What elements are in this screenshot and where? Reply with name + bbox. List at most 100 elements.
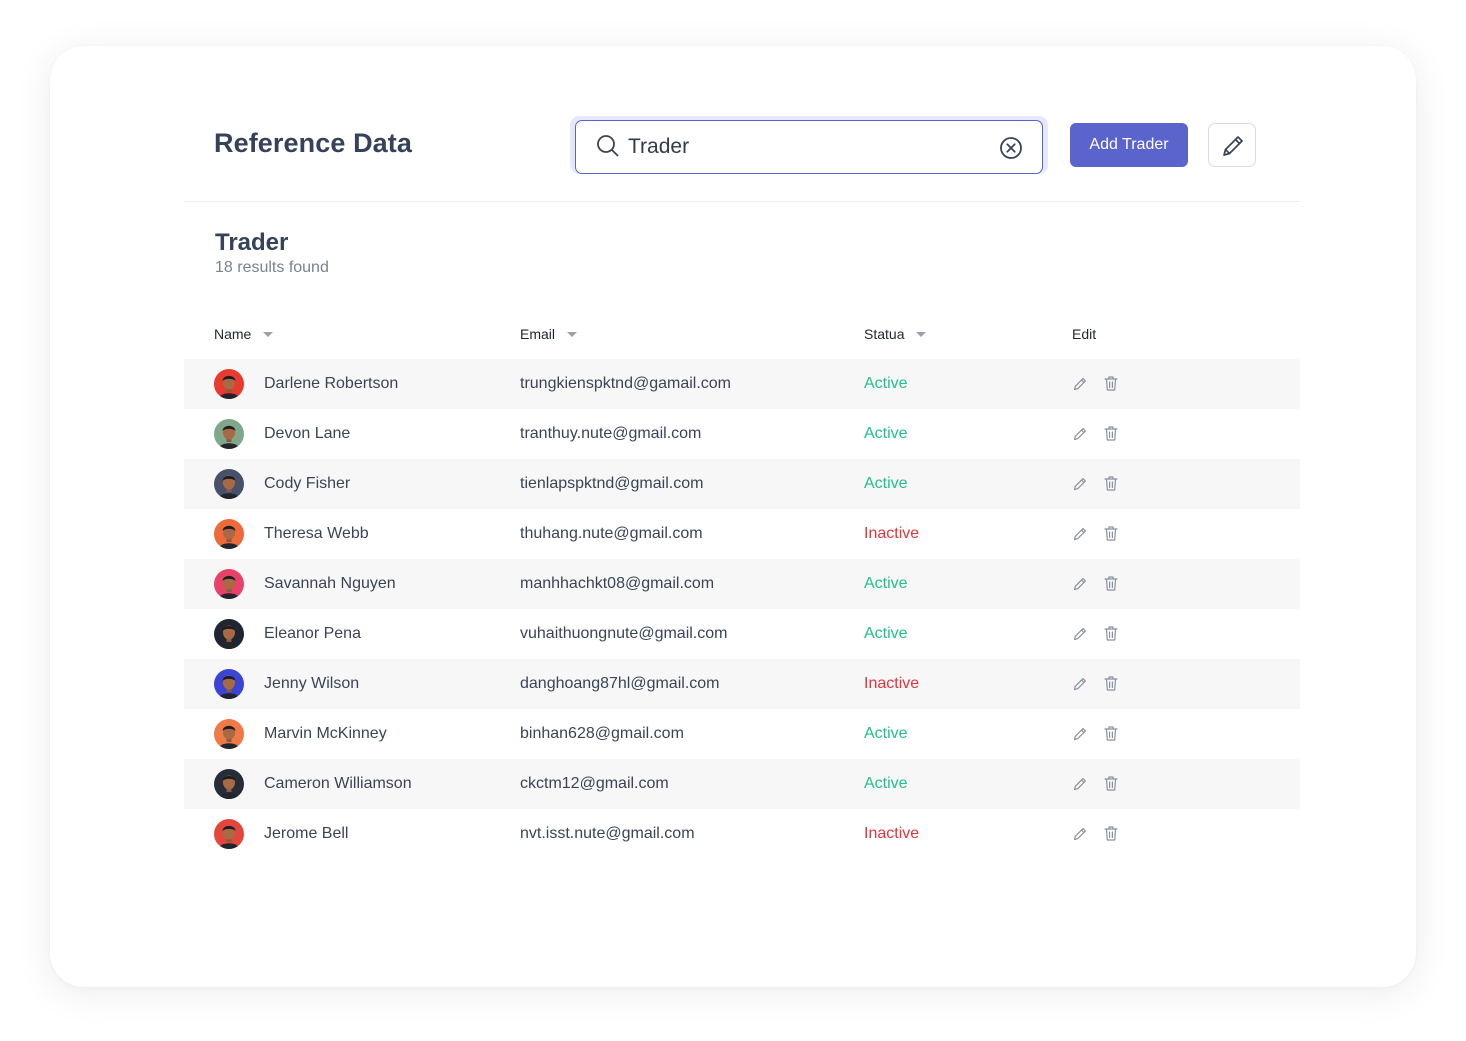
column-header-edit: Edit	[1072, 326, 1096, 342]
table-row[interactable]: Cameron Williamson ckctm12@gmail.com Activ…	[184, 759, 1300, 809]
avatar-illustration	[218, 675, 240, 699]
status-label: Active	[864, 475, 908, 492]
column-header-email[interactable]: Email	[520, 326, 578, 342]
reference-data-card: Reference Data Add Trader Trader 18 resu…	[50, 46, 1416, 987]
trader-name: Cameron Williamson	[264, 775, 412, 792]
column-header-name[interactable]: Name	[214, 326, 274, 342]
avatar-illustration	[218, 825, 240, 849]
avatar	[214, 419, 244, 449]
table-row[interactable]: Theresa Webb thuhang.nute@gmail.com Inacti…	[184, 509, 1300, 559]
sort-caret-down-icon[interactable]	[916, 331, 927, 337]
result-count: 18 results found	[215, 259, 329, 276]
pencil-icon[interactable]	[1072, 826, 1088, 842]
table-row[interactable]: Jerome Bell nvt.isst.nute@gmail.com Inacti…	[184, 809, 1300, 859]
table-row[interactable]: Marvin McKinney binhan628@gmail.com Active	[184, 709, 1300, 759]
table-row[interactable]: Eleanor Pena vuhaithuongnute@gmail.com Act…	[184, 609, 1300, 659]
column-label: Name	[214, 326, 252, 342]
pencil-icon[interactable]	[1072, 726, 1088, 742]
sort-caret-down-icon[interactable]	[567, 331, 578, 337]
search-input[interactable]	[628, 134, 988, 160]
trash-icon[interactable]	[1103, 575, 1119, 592]
status-label: Active	[864, 575, 908, 592]
pencil-icon[interactable]	[1072, 526, 1088, 542]
table-row[interactable]: Darlene Robertson trungkienspktnd@gamail.…	[184, 359, 1300, 409]
avatar	[214, 469, 244, 499]
avatar	[214, 369, 244, 399]
sort-caret-down-icon[interactable]	[263, 331, 274, 337]
trader-email: binhan628@gmail.com	[520, 725, 684, 742]
table-row[interactable]: Cody Fisher tienlapspktnd@gmail.com Active	[184, 459, 1300, 509]
section-title: Trader	[215, 229, 289, 256]
trader-table-body: Darlene Robertson trungkienspktnd@gamail.…	[184, 359, 1300, 859]
avatar	[214, 569, 244, 599]
avatar	[214, 669, 244, 699]
trash-icon[interactable]	[1103, 475, 1119, 492]
add-trader-button[interactable]: Add Trader	[1070, 123, 1188, 167]
trash-icon[interactable]	[1103, 675, 1119, 692]
avatar-illustration	[218, 375, 240, 399]
trader-email: tranthuy.nute@gmail.com	[520, 425, 702, 442]
pencil-icon[interactable]	[1072, 626, 1088, 642]
pencil-icon	[1223, 136, 1243, 156]
avatar	[214, 719, 244, 749]
trader-email: manhhachkt08@gmail.com	[520, 575, 715, 592]
avatar-illustration	[218, 625, 240, 649]
search-box[interactable]	[575, 120, 1043, 174]
avatar-illustration	[218, 525, 240, 549]
table-row[interactable]: Savannah Nguyen manhhachkt08@gmail.com Act…	[184, 559, 1300, 609]
trash-icon[interactable]	[1103, 825, 1119, 842]
avatar	[214, 519, 244, 549]
search-focus-ring	[570, 116, 1048, 174]
pencil-icon[interactable]	[1072, 576, 1088, 592]
status-label: Active	[864, 725, 908, 742]
status-label: Inactive	[864, 525, 920, 542]
avatar	[214, 619, 244, 649]
trader-name: Eleanor Pena	[264, 625, 361, 642]
avatar-illustration	[218, 725, 240, 749]
avatar-illustration	[218, 475, 240, 499]
trash-icon[interactable]	[1103, 625, 1119, 642]
trash-icon[interactable]	[1103, 525, 1119, 542]
avatar	[214, 769, 244, 799]
trader-email: tienlapspktnd@gmail.com	[520, 475, 704, 492]
status-label: Active	[864, 775, 908, 792]
trash-icon[interactable]	[1103, 775, 1119, 792]
column-label: Statua	[864, 326, 905, 342]
status-label: Active	[864, 625, 908, 642]
pencil-icon[interactable]	[1072, 376, 1088, 392]
trash-icon[interactable]	[1103, 425, 1119, 442]
trash-icon[interactable]	[1103, 725, 1119, 742]
trader-email: danghoang87hl@gmail.com	[520, 675, 720, 692]
trash-icon[interactable]	[1103, 375, 1119, 392]
column-label: Email	[520, 326, 556, 342]
status-label: Inactive	[864, 675, 920, 692]
trader-email: trungkienspktnd@gamail.com	[520, 375, 732, 392]
avatar-illustration	[218, 575, 240, 599]
trader-name: Theresa Webb	[264, 525, 369, 542]
page-title: Reference Data	[214, 128, 412, 158]
avatar-illustration	[218, 775, 240, 799]
search-icon	[597, 135, 619, 157]
pencil-icon[interactable]	[1072, 426, 1088, 442]
trader-name: Darlene Robertson	[264, 375, 399, 392]
pencil-icon[interactable]	[1072, 776, 1088, 792]
table-header: Name Email Statua Edit	[184, 322, 1300, 346]
table-row[interactable]: Devon Lane tranthuy.nute@gmail.com Active	[184, 409, 1300, 459]
status-label: Active	[864, 375, 908, 392]
clear-search-icon[interactable]	[998, 135, 1024, 161]
pencil-icon[interactable]	[1072, 476, 1088, 492]
column-header-status[interactable]: Statua	[864, 326, 927, 342]
trader-name: Savannah Nguyen	[264, 575, 396, 592]
trader-name: Jenny Wilson	[264, 675, 360, 692]
status-label: Inactive	[864, 825, 920, 842]
trader-email: thuhang.nute@gmail.com	[520, 525, 703, 542]
trader-name: Cody Fisher	[264, 475, 351, 492]
table-row[interactable]: Jenny Wilson danghoang87hl@gmail.com Inact…	[184, 659, 1300, 709]
trader-name: Jerome Bell	[264, 825, 349, 842]
column-label: Edit	[1072, 326, 1097, 342]
trader-email: nvt.isst.nute@gmail.com	[520, 825, 695, 842]
pencil-icon[interactable]	[1072, 676, 1088, 692]
edit-button[interactable]	[1208, 123, 1256, 167]
trader-email: vuhaithuongnute@gmail.com	[520, 625, 728, 642]
trader-name: Marvin McKinney	[264, 725, 387, 742]
